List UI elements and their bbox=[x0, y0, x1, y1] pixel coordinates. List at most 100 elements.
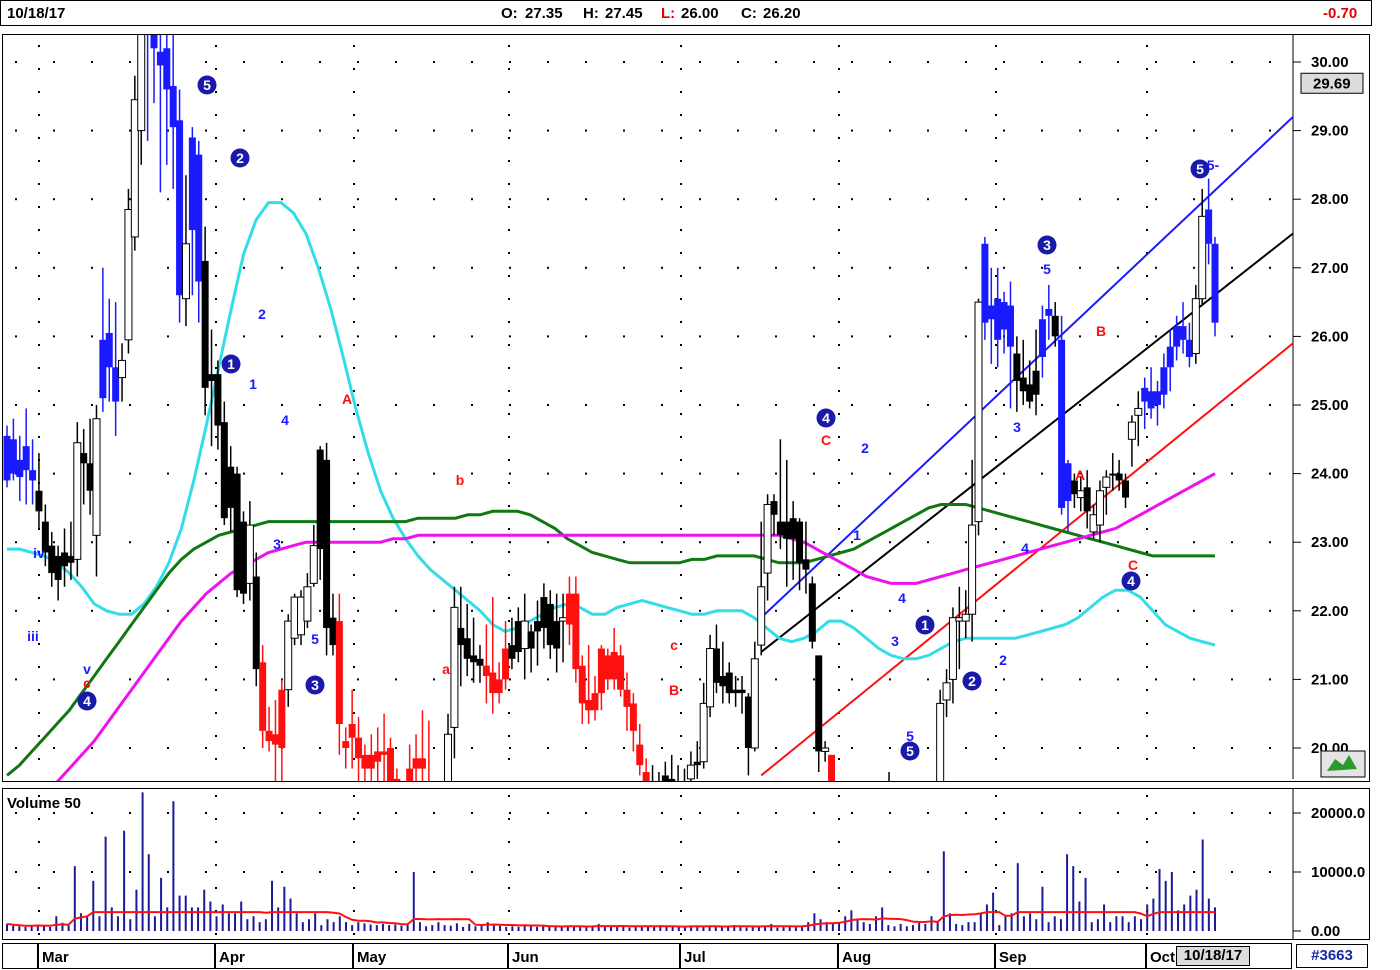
grid-dot bbox=[1146, 229, 1148, 231]
grid-dot bbox=[508, 551, 510, 553]
grid-dot bbox=[889, 871, 891, 873]
grid-dot bbox=[508, 91, 510, 93]
grid-dot bbox=[838, 390, 840, 392]
grid-dot bbox=[353, 344, 355, 346]
grid-dot bbox=[680, 574, 682, 576]
candle-body bbox=[3, 435, 11, 481]
grid-dot bbox=[1146, 505, 1148, 507]
grid-dot bbox=[243, 129, 245, 132]
candle-body bbox=[22, 446, 30, 471]
grid-dot bbox=[623, 472, 625, 475]
month-label: Mar bbox=[42, 949, 69, 966]
grid-dot bbox=[353, 597, 355, 599]
price-panel[interactable]: 30.00 29.00 28.00 27.00 26.00 25.00 24.00 23.00… bbox=[2, 34, 1370, 782]
grid-dot bbox=[1003, 609, 1005, 612]
grid-dot bbox=[205, 678, 207, 681]
volume-panel[interactable]: Volume 50 20000.0 10000.0 0.00 bbox=[2, 788, 1370, 940]
grid-dot bbox=[38, 666, 40, 668]
grid-dot bbox=[1269, 61, 1271, 63]
grid-dot bbox=[38, 367, 40, 369]
candle-body bbox=[686, 764, 695, 780]
grid-dot bbox=[1155, 61, 1157, 63]
candle-body bbox=[48, 545, 56, 574]
grid-dot bbox=[838, 344, 840, 346]
grid-dot bbox=[1079, 335, 1081, 338]
candle-body bbox=[693, 761, 701, 766]
grid-dot bbox=[129, 129, 131, 132]
grid-dot bbox=[1146, 795, 1148, 797]
grid-dot bbox=[995, 252, 997, 254]
grid-dot bbox=[1117, 129, 1119, 132]
grid-dot bbox=[319, 129, 321, 132]
candle-body bbox=[520, 620, 529, 650]
month-label: Aug bbox=[842, 949, 871, 966]
candle-body bbox=[1173, 326, 1181, 347]
grid-dot bbox=[471, 541, 473, 544]
grid-dot bbox=[319, 61, 321, 63]
grid-dot bbox=[1155, 266, 1157, 269]
candle-body bbox=[150, 35, 158, 49]
candle-body bbox=[1109, 473, 1117, 476]
candle-body bbox=[463, 638, 471, 659]
candle-body bbox=[118, 359, 127, 379]
grid-dot bbox=[53, 609, 55, 612]
grid-dot bbox=[623, 198, 625, 201]
grid-dot bbox=[927, 678, 929, 681]
grid-dot bbox=[680, 758, 682, 760]
grid-dot bbox=[889, 129, 891, 132]
grid-dot bbox=[243, 335, 245, 338]
grid-dot bbox=[680, 818, 682, 820]
candle-body bbox=[1127, 421, 1136, 440]
candle-body bbox=[54, 555, 62, 580]
grid-dot bbox=[243, 472, 245, 475]
grid-dot bbox=[1146, 735, 1148, 737]
grid-dot bbox=[1231, 812, 1233, 814]
grid-dot bbox=[680, 68, 682, 70]
grid-dot bbox=[1041, 812, 1043, 814]
grid-dot bbox=[1231, 472, 1233, 475]
grid-dot bbox=[889, 198, 891, 201]
grid-dot bbox=[995, 758, 997, 760]
settings-icon bbox=[1320, 750, 1366, 778]
change-value: -0.70 bbox=[1323, 5, 1358, 22]
grid-dot bbox=[889, 812, 891, 814]
chart-window: 10/18/17 O: 27.35 H: 27.45 L: 26.00 C: 2… bbox=[0, 0, 1400, 970]
grid-dot bbox=[281, 129, 283, 132]
candle-body bbox=[763, 503, 772, 574]
candle-body bbox=[188, 137, 196, 231]
grid-dot bbox=[357, 472, 359, 475]
grid-dot bbox=[1193, 871, 1195, 873]
wave-label-2: 2 bbox=[258, 306, 266, 322]
grid-dot bbox=[508, 436, 510, 438]
grid-dot bbox=[680, 160, 682, 162]
candle-body bbox=[815, 655, 823, 752]
grid-dot bbox=[433, 129, 435, 132]
grid-dot bbox=[680, 933, 682, 935]
grid-dot bbox=[1079, 747, 1081, 749]
grid-dot bbox=[38, 818, 40, 820]
price-tick-label: 28.00 bbox=[1311, 191, 1349, 208]
grid-dot bbox=[838, 160, 840, 162]
grid-dot bbox=[813, 472, 815, 475]
candle-body bbox=[1211, 243, 1219, 323]
grid-dot bbox=[471, 198, 473, 201]
candle-body bbox=[1058, 339, 1066, 508]
grid-dot bbox=[775, 335, 777, 338]
grid-dot bbox=[15, 61, 17, 63]
grid-dot bbox=[1155, 812, 1157, 814]
grid-dot bbox=[775, 678, 777, 681]
grid-dot bbox=[205, 129, 207, 132]
grid-dot bbox=[995, 712, 997, 714]
grid-dot bbox=[215, 160, 217, 162]
grid-dot bbox=[1146, 91, 1148, 93]
grid-dot bbox=[1231, 266, 1233, 269]
grid-dot bbox=[775, 812, 777, 814]
grid-dot bbox=[353, 712, 355, 714]
grid-dot bbox=[813, 871, 815, 873]
grid-dot bbox=[215, 252, 217, 254]
candle-body bbox=[661, 775, 669, 781]
grid-dot bbox=[215, 528, 217, 530]
grid-dot bbox=[215, 482, 217, 484]
grid-dot bbox=[508, 505, 510, 507]
candle-body bbox=[412, 758, 420, 769]
